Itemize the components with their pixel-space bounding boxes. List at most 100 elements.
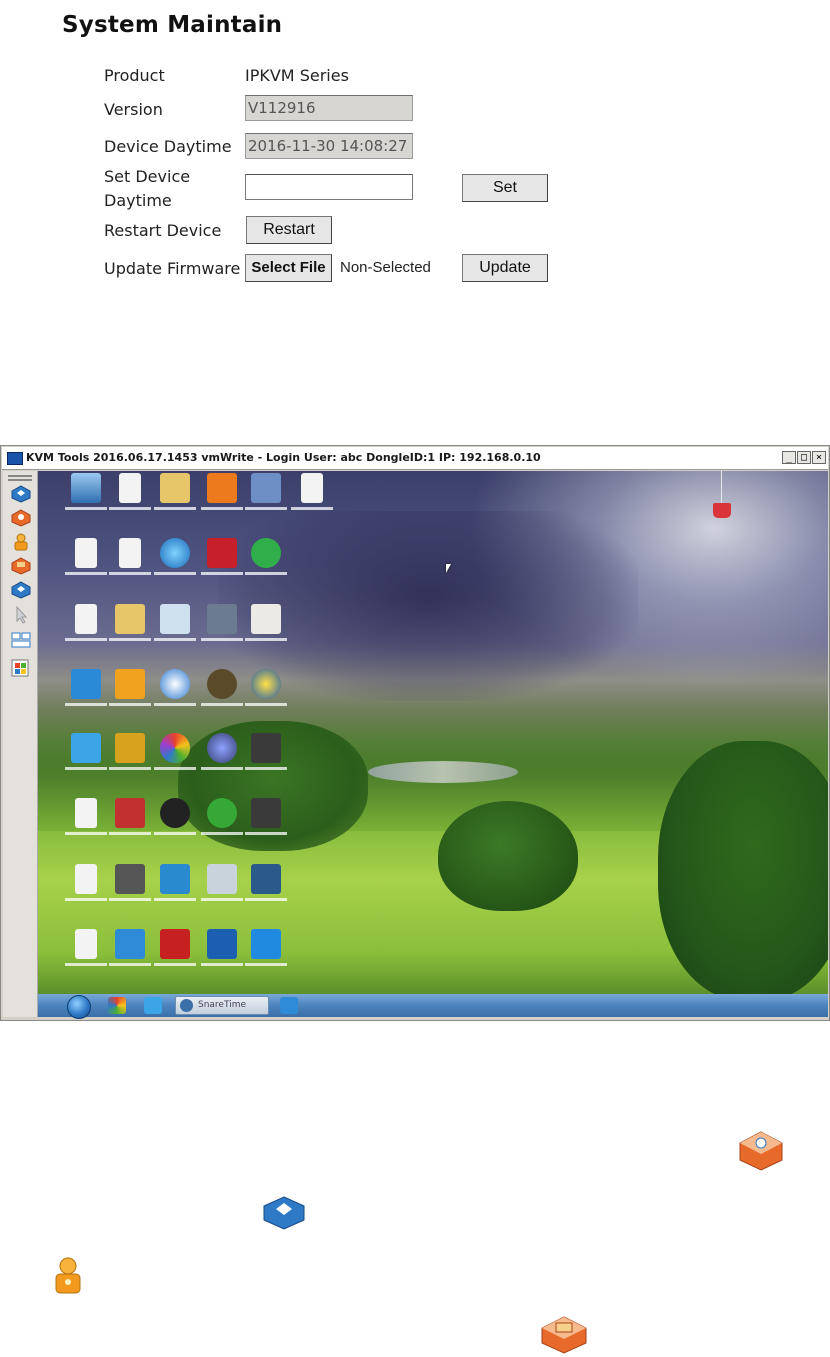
taskbar-app-icon[interactable] xyxy=(144,997,162,1014)
teamviewer-icon xyxy=(251,929,281,959)
set-button[interactable]: Set xyxy=(462,174,548,202)
recorder-icon xyxy=(115,798,145,828)
app-icon xyxy=(7,452,23,465)
pointer-icon[interactable] xyxy=(11,606,31,624)
maximize-button[interactable]: □ xyxy=(797,451,811,464)
desktop-icon-caption xyxy=(236,636,296,648)
desktop-icon-caption xyxy=(236,765,296,777)
keyboard-icon[interactable] xyxy=(11,631,31,649)
desktop-icon[interactable] xyxy=(236,798,296,842)
document-icon xyxy=(75,798,97,828)
snaretime-icon xyxy=(180,999,193,1012)
sourceinsight-icon xyxy=(251,798,281,828)
media-icon xyxy=(115,733,145,763)
restart-device-label: Restart Device xyxy=(104,221,222,240)
desktop-icon[interactable] xyxy=(236,604,296,648)
vmware-icon xyxy=(160,864,190,894)
virtual-serial-icon xyxy=(207,864,237,894)
windows-flag-icon[interactable] xyxy=(11,659,31,677)
wallpaper-tree xyxy=(438,801,578,911)
set-daytime-input[interactable] xyxy=(245,174,413,200)
wallpaper-river xyxy=(368,761,518,783)
toolbar-grip xyxy=(8,475,32,477)
taskbar-app-icon[interactable] xyxy=(108,997,126,1014)
desktop-icon-caption xyxy=(236,961,296,973)
orange-connect-icon xyxy=(739,1131,783,1171)
remote-taskbar: SnareTime xyxy=(38,994,828,1019)
network-icon xyxy=(160,538,190,568)
camera-icon xyxy=(115,864,145,894)
version-label: Version xyxy=(104,100,163,119)
desktop-icon[interactable] xyxy=(236,929,296,973)
orange-monitor-icon xyxy=(541,1316,587,1354)
nvr-icon xyxy=(207,604,237,634)
game-icon xyxy=(207,669,237,699)
blue-cube-icon[interactable] xyxy=(11,485,31,503)
computer-icon xyxy=(71,473,101,503)
desktop-icon-caption xyxy=(282,505,342,517)
user-key-icon[interactable] xyxy=(11,533,31,551)
app-icon xyxy=(115,669,145,699)
folder-icon xyxy=(115,604,145,634)
file-status-text: Non-Selected xyxy=(340,259,431,276)
document-icon xyxy=(119,473,141,503)
blue-cube-icon xyxy=(263,1196,305,1230)
minimize-button[interactable]: _ xyxy=(782,451,796,464)
cloud-app-icon xyxy=(71,733,101,763)
set-daytime-label-line2: Daytime xyxy=(104,191,172,210)
gadget-string xyxy=(721,471,722,503)
internet-explorer-icon xyxy=(160,669,190,699)
sourceinsight-icon xyxy=(251,733,281,763)
sync-icon xyxy=(251,538,281,568)
blue-cube-icon[interactable] xyxy=(11,581,31,599)
desktop-icon-caption xyxy=(236,896,296,908)
toolbar-grip xyxy=(8,479,32,481)
taskbar-active-window[interactable]: SnareTime xyxy=(175,996,269,1015)
mouse-cursor-icon xyxy=(446,564,451,573)
code-icon xyxy=(71,669,101,699)
update-button[interactable]: Update xyxy=(462,254,548,282)
document-icon xyxy=(75,538,97,568)
desktop-icon[interactable] xyxy=(236,669,296,713)
orange-monitor-icon[interactable] xyxy=(11,557,31,575)
desktop-icon[interactable] xyxy=(282,473,342,517)
orange-connect-icon[interactable] xyxy=(11,509,31,527)
taskbar-app-icon[interactable] xyxy=(280,997,298,1014)
device-daytime-label: Device Daytime xyxy=(104,137,232,156)
kvm-toolbar xyxy=(3,471,38,1017)
basket-gadget-icon[interactable] xyxy=(713,503,731,518)
desktop-icon-caption xyxy=(236,570,296,582)
filezilla-icon xyxy=(160,929,190,959)
desktop-icon[interactable] xyxy=(236,864,296,908)
ultraedit-icon xyxy=(251,669,281,699)
document-icon xyxy=(75,929,97,959)
folder-icon xyxy=(160,473,190,503)
kvm-window: KVM Tools 2016.06.17.1453 vmWrite - Logi… xyxy=(0,445,830,1021)
select-file-button[interactable]: Select File xyxy=(245,254,332,282)
desktop-icon[interactable] xyxy=(236,733,296,777)
kvm-title-bar[interactable]: KVM Tools 2016.06.17.1453 vmWrite - Logi… xyxy=(2,447,828,470)
close-button[interactable]: × xyxy=(812,451,826,464)
image-viewer-icon xyxy=(251,864,281,894)
mplab-icon xyxy=(207,538,237,568)
start-button-icon[interactable] xyxy=(67,995,91,1019)
document-icon xyxy=(75,864,97,894)
version-field: V112916 xyxy=(245,95,413,121)
wallpaper-trees xyxy=(658,741,828,994)
page-title: System Maintain xyxy=(62,12,283,38)
remote-desktop-view[interactable] xyxy=(38,471,828,994)
navicat-icon xyxy=(207,798,237,828)
user-key-icon xyxy=(55,1257,81,1294)
document-icon xyxy=(119,538,141,568)
taskbar-active-label: SnareTime xyxy=(198,1000,246,1010)
document-icon xyxy=(301,473,323,503)
quicktime-icon xyxy=(115,929,145,959)
product-value: IPKVM Series xyxy=(245,66,349,85)
desktop-icon[interactable] xyxy=(236,538,296,582)
update-firmware-label: Update Firmware xyxy=(104,259,241,278)
tool-icon xyxy=(251,604,281,634)
restart-button[interactable]: Restart xyxy=(246,216,332,244)
keil-icon xyxy=(207,929,237,959)
recycle-bin-icon xyxy=(160,604,190,634)
desktop-icon-caption xyxy=(236,701,296,713)
